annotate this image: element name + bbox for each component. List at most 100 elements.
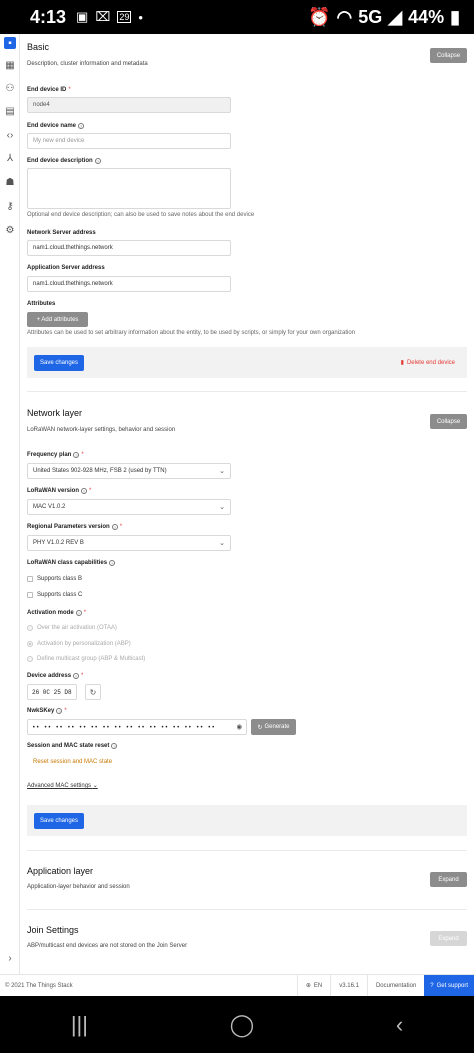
application-server-address-input[interactable]: nam1.cloud.thethings.network — [27, 276, 231, 292]
device-address-label: Device address? * — [27, 673, 84, 679]
chevron-down-icon: ⌄ — [219, 540, 225, 547]
home-icon[interactable]: ◯ — [230, 1012, 255, 1038]
network-collapse-button[interactable]: Collapse — [430, 414, 467, 429]
main-content: Basic Description, cluster information a… — [20, 34, 474, 974]
get-support-button[interactable]: ? Get support — [424, 974, 474, 997]
clock: 4:13 — [30, 6, 67, 27]
nwkskey-input[interactable]: •• •• •• •• •• •• •• •• •• •• •• •• •• •… — [27, 719, 247, 735]
end-device-description-label: End device description? — [27, 158, 101, 164]
end-device-name-input[interactable]: My new end device — [27, 133, 231, 149]
section-divider — [27, 850, 467, 851]
trash-icon: ▮ — [400, 360, 404, 366]
join-expand-button: Expand — [430, 931, 467, 946]
live-data-icon[interactable]: ▤ — [4, 105, 16, 117]
help-icon[interactable]: ? — [111, 743, 118, 749]
help-icon[interactable]: ? — [109, 560, 116, 566]
sidebar-expand-icon[interactable]: › — [4, 952, 16, 964]
activation-mode-label: Activation mode? * — [27, 610, 87, 616]
network-server-address-input[interactable]: nam1.cloud.thethings.network — [27, 240, 231, 256]
end-device-description-hint: Optional end device description; can als… — [27, 212, 255, 218]
integrations-icon[interactable]: ⅄ — [4, 152, 16, 164]
basic-action-bar: Save changes ▮ Delete end device — [27, 347, 467, 378]
supports-class-b-checkbox[interactable]: Supports class B — [27, 576, 82, 582]
status-bar: 4:13 ▣ ⌧ 29 • ⏰ ◠ 5G ◢ 44% ▮ — [0, 0, 474, 34]
session-reset-label: Session and MAC state reset? — [27, 743, 118, 749]
regional-parameters-label: Regional Parameters version? * — [27, 524, 123, 530]
help-icon[interactable]: ? — [73, 452, 80, 458]
chevron-down-icon: ⌄ — [92, 783, 98, 789]
advanced-mac-settings-toggle[interactable]: Advanced MAC settings ⌄ — [27, 782, 98, 789]
api-keys-icon[interactable]: ⚷ — [4, 200, 16, 212]
basic-save-button[interactable]: Save changes — [34, 355, 84, 371]
network-save-button[interactable]: Save changes — [34, 813, 84, 829]
payload-formatters-icon[interactable]: ‹› — [4, 129, 16, 141]
basic-description: Description, cluster information and met… — [27, 61, 148, 67]
network-layer-title: Network layer — [27, 408, 83, 418]
network-layer-description: LoRaWAN network-layer settings, behavior… — [27, 427, 176, 433]
footer: © 2021 The Things Stack ⊕ EN v3.16.1 Docu… — [0, 974, 474, 997]
chevron-down-icon: ⌄ — [219, 468, 225, 475]
version-label: v3.16.1 — [330, 975, 367, 996]
battery-label: 44% — [408, 6, 445, 27]
help-icon[interactable]: ? — [78, 123, 85, 129]
android-navigation-bar: ||| ◯ ‹ — [0, 996, 474, 1053]
attributes-label: Attributes — [27, 301, 56, 307]
copyright: © 2021 The Things Stack — [5, 982, 73, 989]
sidebar-logo-icon[interactable]: ▪ — [4, 37, 16, 49]
gallery-icon: ▣ — [76, 9, 89, 24]
back-icon[interactable]: ‹ — [396, 1012, 403, 1038]
frequency-plan-label: Frequency plan? * — [27, 452, 84, 458]
end-device-description-textarea[interactable] — [27, 168, 231, 209]
help-icon: ? — [430, 982, 434, 989]
help-icon[interactable]: ? — [56, 708, 63, 714]
application-layer-title: Application layer — [27, 866, 94, 876]
application-layer-description: Application-layer behavior and session — [27, 884, 130, 890]
device-address-input[interactable]: 26 0C 25 D8 — [27, 684, 77, 700]
network-label: 5G — [358, 6, 383, 27]
application-expand-button[interactable]: Expand — [430, 872, 467, 887]
basic-title: Basic — [27, 42, 50, 52]
collaborators-icon[interactable]: ☗ — [4, 176, 16, 188]
refresh-icon: ↻ — [257, 724, 263, 731]
help-icon[interactable]: ? — [111, 524, 118, 530]
eye-icon[interactable]: ◉ — [237, 722, 242, 732]
help-icon[interactable]: ? — [94, 158, 101, 164]
wifi-icon: ◠ — [336, 6, 353, 27]
dot-icon: • — [138, 9, 143, 25]
network-action-bar: Save changes — [27, 805, 467, 836]
basic-collapse-button[interactable]: Collapse — [430, 48, 467, 63]
activation-multicast-radio[interactable]: Define multicast group (ABP & Multicast) — [27, 656, 145, 662]
calendar-icon: 29 — [117, 11, 132, 23]
battery-icon: ▮ — [450, 6, 460, 27]
add-attributes-button[interactable]: + Add attributes — [27, 312, 88, 327]
lorawan-version-label: LoRaWAN version? * — [27, 488, 92, 494]
reset-session-link[interactable]: Reset session and MAC state — [33, 759, 112, 765]
lorawan-version-select[interactable]: MAC V1.0.2 ⌄ — [27, 499, 231, 515]
help-icon[interactable]: ? — [73, 673, 80, 679]
activation-abp-radio[interactable]: Activation by personalization (ABP) — [27, 641, 131, 647]
help-icon[interactable]: ? — [75, 610, 82, 616]
end-devices-icon[interactable]: ⚇ — [4, 82, 16, 94]
documentation-link[interactable]: Documentation — [366, 975, 424, 996]
overview-icon[interactable]: ▦ — [4, 59, 16, 71]
end-device-id-field: node4 — [27, 97, 231, 113]
activation-otaa-radio[interactable]: Over the air activation (OTAA) — [27, 625, 117, 631]
attributes-hint: Attributes can be used to set arbitrary … — [27, 330, 356, 336]
settings-icon[interactable]: ⚙ — [4, 224, 16, 236]
language-selector[interactable]: ⊕ EN — [296, 975, 330, 996]
section-divider — [27, 909, 467, 910]
class-capabilities-label: LoRaWAN class capabilities? — [27, 560, 116, 566]
join-settings-title: Join Settings — [27, 925, 79, 935]
alarm-icon: ⏰ — [308, 6, 331, 27]
recent-apps-icon[interactable]: ||| — [71, 1012, 88, 1038]
supports-class-c-checkbox[interactable]: Supports class C — [27, 592, 82, 598]
delete-end-device-button[interactable]: ▮ Delete end device — [400, 359, 455, 367]
section-divider — [27, 391, 467, 392]
refresh-icon[interactable]: ↻ — [85, 684, 101, 700]
regional-parameters-select[interactable]: PHY V1.0.2 REV B ⌄ — [27, 535, 231, 551]
generate-button[interactable]: ↻ Generate — [251, 719, 296, 735]
help-icon[interactable]: ? — [81, 488, 88, 494]
frequency-plan-select[interactable]: United States 902-928 MHz, FSB 2 (used b… — [27, 463, 231, 479]
network-server-address-label: Network Server address — [27, 230, 96, 236]
end-device-id-label: End device ID * — [27, 87, 71, 93]
